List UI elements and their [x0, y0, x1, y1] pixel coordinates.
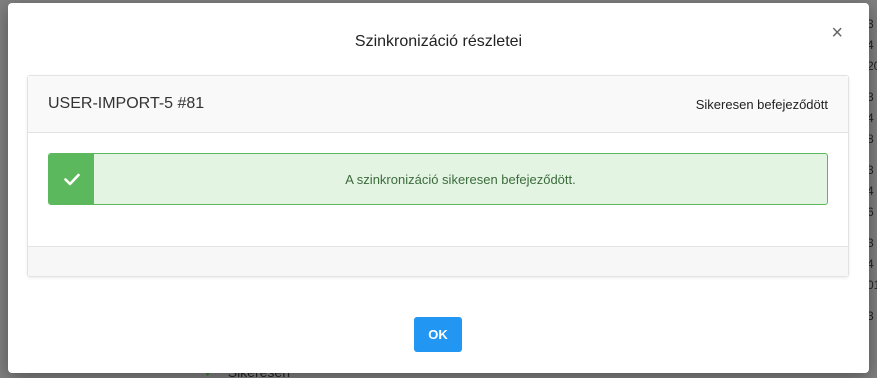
job-status: Sikeresen befejeződött [695, 96, 828, 112]
job-card-footer [28, 246, 848, 276]
job-card-body: A szinkronizáció sikeresen befejeződött. [28, 133, 848, 246]
ok-button[interactable]: OK [414, 317, 462, 352]
close-icon[interactable]: × [831, 23, 843, 43]
job-name: USER-IMPORT-5 #81 [48, 95, 205, 112]
sync-details-modal: Szinkronizáció részletei × USER-IMPORT-5… [8, 3, 869, 373]
checkmark-icon [49, 154, 94, 204]
job-card-header: USER-IMPORT-5 #81 Sikeresen befejeződött [28, 76, 848, 133]
alert-message: A szinkronizáció sikeresen befejeződött. [345, 171, 576, 187]
job-card: USER-IMPORT-5 #81 Sikeresen befejeződött… [27, 75, 849, 277]
modal-title: Szinkronizáció részletei [354, 33, 523, 50]
success-alert: A szinkronizáció sikeresen befejeződött. [48, 153, 828, 205]
